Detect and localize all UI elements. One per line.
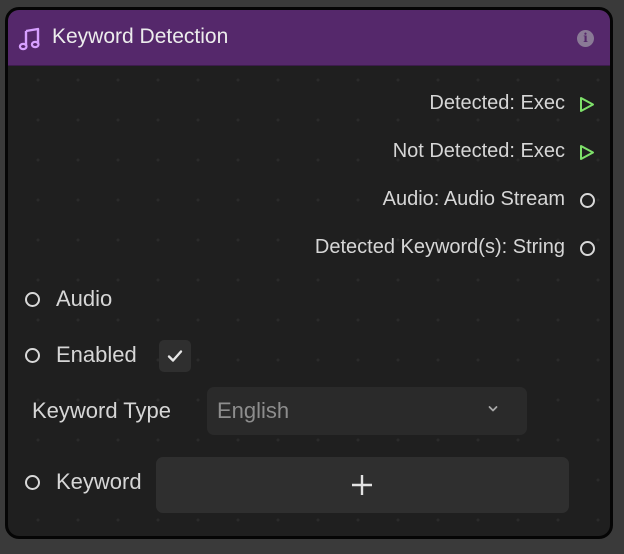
keyword-detection-node[interactable]: Keyword Detection i Detected: Exec Not D… (5, 7, 613, 539)
output-label: Audio: Audio Stream (382, 188, 565, 210)
chevron-down-icon (488, 406, 498, 412)
checkmark-icon (167, 350, 183, 362)
info-icon[interactable]: i (577, 30, 594, 47)
keyword-input-label: Keyword (56, 469, 142, 494)
keyword-type-value: English (217, 398, 290, 423)
audio-input-label: Audio (56, 286, 113, 311)
keyword-type-label: Keyword Type (32, 398, 172, 423)
music-note-icon (18, 27, 40, 51)
enabled-input-pin-icon[interactable] (25, 348, 40, 363)
add-keyword-button[interactable] (156, 457, 569, 513)
audio-input-pin-icon[interactable] (25, 292, 40, 307)
enabled-input-label: Enabled (56, 342, 137, 367)
output-label: Detected Keyword(s): String (314, 236, 565, 258)
node-header[interactable]: Keyword Detection i (8, 10, 610, 66)
node-title: Keyword Detection (52, 25, 229, 48)
keyword-input-pin-icon[interactable] (25, 475, 40, 490)
output-not-detected: Not Detected: Exec (8, 137, 610, 167)
output-detected-keywords: Detected Keyword(s): String (8, 233, 610, 263)
exec-pin-icon[interactable] (579, 96, 595, 113)
keyword-type-select[interactable]: English (207, 387, 527, 435)
plus-icon (352, 475, 372, 495)
data-pin-icon[interactable] (580, 193, 595, 208)
exec-pin-icon[interactable] (579, 144, 595, 161)
enabled-checkbox[interactable] (159, 340, 191, 372)
output-label: Detected: Exec (429, 92, 565, 114)
data-pin-icon[interactable] (580, 241, 595, 256)
output-label: Not Detected: Exec (392, 140, 565, 162)
output-detected: Detected: Exec (8, 89, 610, 119)
output-audio-stream: Audio: Audio Stream (8, 185, 610, 215)
